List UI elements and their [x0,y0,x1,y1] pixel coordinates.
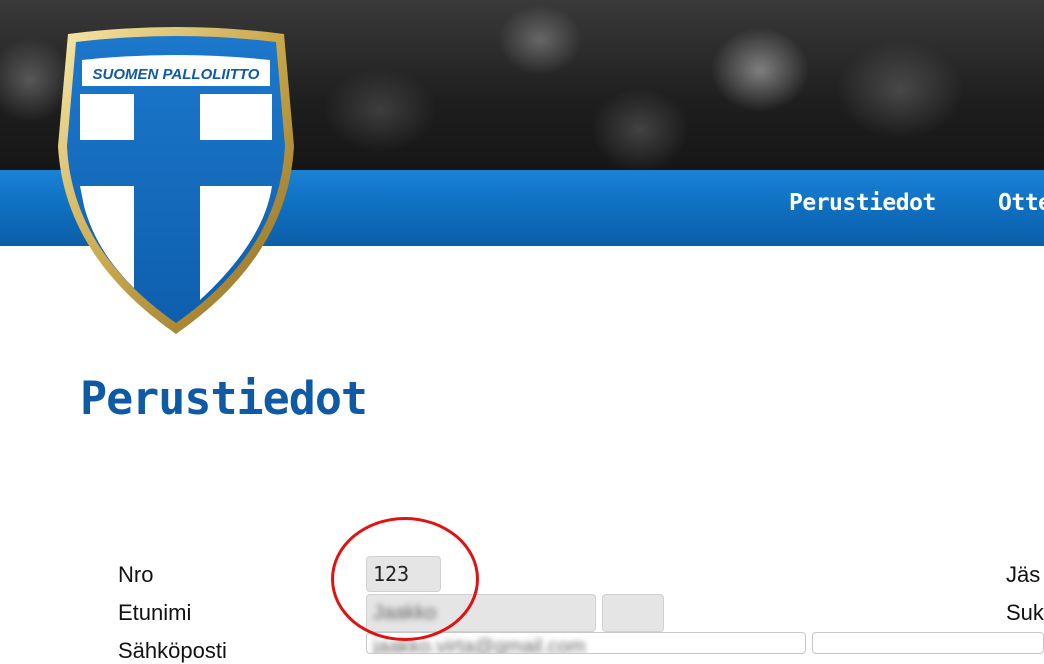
etunimi-value: Jaakko [373,602,437,624]
palloliitto-logo[interactable]: SUOMEN PALLOLIITTO [56,26,296,338]
nav-item-otteet[interactable]: Otte [998,190,1044,216]
nav-item-perustiedot[interactable]: Perustiedot [789,190,936,216]
sahkoposti-extra-field[interactable] [812,632,1044,654]
page-title: Perustiedot [80,372,368,425]
label-etunimi: Etunimi [118,600,192,625]
label-nro: Nro [118,562,154,587]
sahkoposti-field[interactable]: jaakko.virta@gmail.com [366,632,806,654]
nro-field[interactable]: 123 [366,556,441,592]
label-jasen-partial: Jäs [1006,562,1041,587]
etunimi-extra-field[interactable] [602,594,664,632]
sahkoposti-value: jaakko.virta@gmail.com [373,636,586,654]
logo-text: SUOMEN PALLOLIITTO [93,66,260,83]
label-sukunimi-partial: Suk [1006,600,1044,625]
label-sahkoposti: Sähköposti [118,638,227,663]
etunimi-field[interactable]: Jaakko [366,594,596,632]
